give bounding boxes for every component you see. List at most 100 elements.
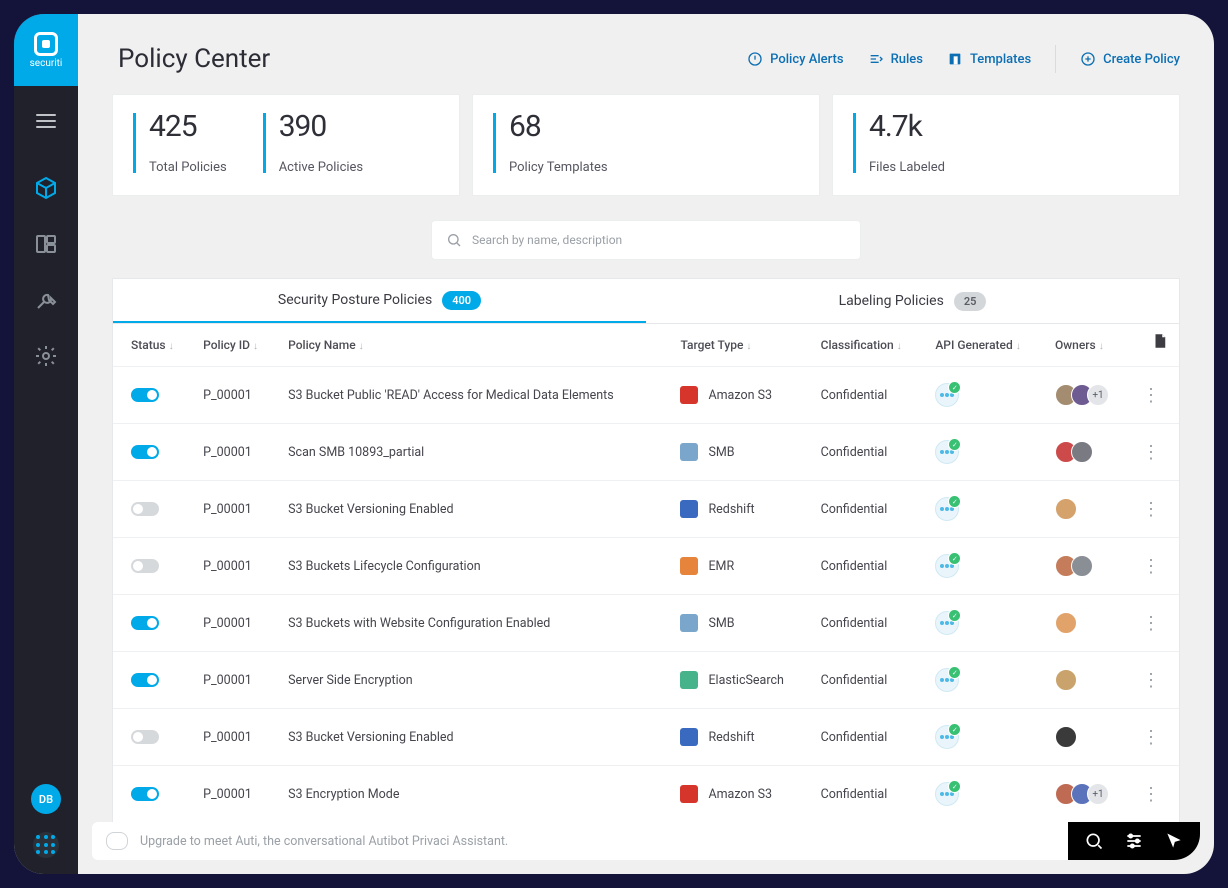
nav-cube-icon[interactable] (34, 176, 58, 200)
create-policy-label: Create Policy (1103, 52, 1180, 67)
table-row[interactable]: P_00001 Scan SMB 10893_partial SMB Confi… (113, 424, 1179, 481)
nav-gear-icon[interactable] (34, 344, 58, 368)
status-toggle[interactable] (131, 730, 159, 744)
api-badge-icon (935, 554, 959, 578)
table-row[interactable]: P_00001 S3 Bucket Versioning Enabled Red… (113, 709, 1179, 766)
status-toggle[interactable] (131, 559, 159, 573)
target-icon (680, 728, 698, 746)
target-icon (680, 386, 698, 404)
target-label: Amazon S3 (708, 787, 772, 802)
owners-group (1055, 612, 1119, 634)
templates-link[interactable]: Templates (947, 51, 1031, 67)
owner-avatar (1055, 726, 1077, 748)
status-toggle[interactable] (131, 502, 159, 516)
app-grid-icon[interactable] (33, 832, 59, 858)
tool-sliders-icon[interactable] (1124, 831, 1144, 851)
target-label: Redshift (708, 502, 754, 517)
assistant-message: Upgrade to meet Auti, the conversational… (140, 834, 508, 849)
policy-alerts-link[interactable]: Policy Alerts (747, 51, 843, 67)
col-target-type[interactable]: Target Type↓ (670, 324, 810, 367)
target-label: SMB (708, 616, 734, 631)
chat-icon (106, 832, 128, 850)
stat-label: Active Policies (279, 160, 363, 175)
create-policy-button[interactable]: Create Policy (1080, 51, 1180, 67)
assistant-prompt[interactable]: Upgrade to meet Auti, the conversational… (92, 822, 1138, 860)
owner-avatar (1055, 612, 1077, 634)
tool-search-icon[interactable] (1084, 831, 1104, 851)
owner-more: +1 (1087, 384, 1109, 406)
table-row[interactable]: P_00001 S3 Buckets with Website Configur… (113, 595, 1179, 652)
status-toggle[interactable] (131, 616, 159, 630)
target-label: SMB (708, 445, 734, 460)
stat-label: Total Policies (149, 160, 227, 175)
tool-cursor-icon[interactable] (1164, 831, 1184, 851)
tabs: Security Posture Policies 400 Labeling P… (112, 278, 1180, 324)
col-policy-name[interactable]: Policy Name↓ (278, 324, 670, 367)
target-icon (680, 500, 698, 518)
nav-wrench-icon[interactable] (34, 288, 58, 312)
status-toggle[interactable] (131, 388, 159, 402)
dev-tools (1068, 822, 1200, 860)
stat-value: 390 (279, 109, 363, 144)
tab-security-posture[interactable]: Security Posture Policies 400 (113, 279, 646, 323)
row-menu-icon[interactable]: ⋮ (1139, 499, 1163, 520)
col-status[interactable]: Status↓ (113, 324, 193, 367)
api-badge-icon (935, 782, 959, 806)
rules-link[interactable]: Rules (868, 51, 923, 67)
row-menu-icon[interactable]: ⋮ (1139, 385, 1163, 406)
target-cell: EMR (680, 557, 800, 575)
col-owners[interactable]: Owners↓ (1045, 324, 1129, 367)
policy-id: P_00001 (193, 652, 278, 709)
row-menu-icon[interactable]: ⋮ (1139, 556, 1163, 577)
table-row[interactable]: P_00001 Server Side Encryption ElasticSe… (113, 652, 1179, 709)
stat-label: Files Labeled (869, 160, 945, 175)
table-row[interactable]: P_00001 S3 Buckets Lifecycle Configurati… (113, 538, 1179, 595)
stat-card-files: 4.7k Files Labeled (832, 94, 1180, 196)
target-icon (680, 557, 698, 575)
owners-group (1055, 441, 1119, 463)
tab-labeling[interactable]: Labeling Policies 25 (646, 279, 1179, 323)
owners-group: +1 (1055, 384, 1119, 406)
rules-label: Rules (891, 52, 923, 67)
tab-label: Security Posture Policies (278, 292, 432, 308)
row-menu-icon[interactable]: ⋮ (1139, 670, 1163, 691)
table-row[interactable]: P_00001 S3 Bucket Public 'READ' Access f… (113, 367, 1179, 424)
status-toggle[interactable] (131, 673, 159, 687)
col-policy-id[interactable]: Policy ID↓ (193, 324, 278, 367)
export-icon[interactable] (1151, 332, 1169, 350)
brand-logo[interactable]: securiti (14, 14, 78, 86)
search-input[interactable] (472, 233, 846, 247)
row-menu-icon[interactable]: ⋮ (1139, 613, 1163, 634)
search-box[interactable] (431, 220, 861, 260)
logo-icon (34, 32, 58, 56)
owners-group: +1 (1055, 783, 1119, 805)
col-classification[interactable]: Classification↓ (811, 324, 926, 367)
nav-layout-icon[interactable] (34, 232, 58, 256)
status-toggle[interactable] (131, 445, 159, 459)
classification: Confidential (811, 709, 926, 766)
policy-name: S3 Buckets with Website Configuration En… (278, 595, 670, 652)
policy-name: S3 Bucket Versioning Enabled (278, 709, 670, 766)
stat-value: 4.7k (869, 109, 945, 144)
table-row[interactable]: P_00001 S3 Encryption Mode Amazon S3 Con… (113, 766, 1179, 823)
api-badge-icon (935, 725, 959, 749)
stat-value: 425 (149, 109, 227, 144)
brand-name: securiti (30, 58, 63, 69)
user-avatar[interactable]: DB (31, 784, 61, 814)
classification: Confidential (811, 367, 926, 424)
target-label: EMR (708, 559, 734, 574)
table-row[interactable]: P_00001 S3 Bucket Versioning Enabled Red… (113, 481, 1179, 538)
api-badge-icon (935, 497, 959, 521)
stat-card-templates: 68 Policy Templates (472, 94, 820, 196)
owner-avatar (1055, 669, 1077, 691)
owners-group (1055, 555, 1119, 577)
templates-label: Templates (970, 52, 1031, 67)
row-menu-icon[interactable]: ⋮ (1139, 442, 1163, 463)
policy-id: P_00001 (193, 481, 278, 538)
status-toggle[interactable] (131, 787, 159, 801)
row-menu-icon[interactable]: ⋮ (1139, 784, 1163, 805)
row-menu-icon[interactable]: ⋮ (1139, 727, 1163, 748)
menu-toggle-icon[interactable] (36, 114, 56, 128)
target-icon (680, 785, 698, 803)
col-api-generated[interactable]: API Generated↓ (925, 324, 1045, 367)
